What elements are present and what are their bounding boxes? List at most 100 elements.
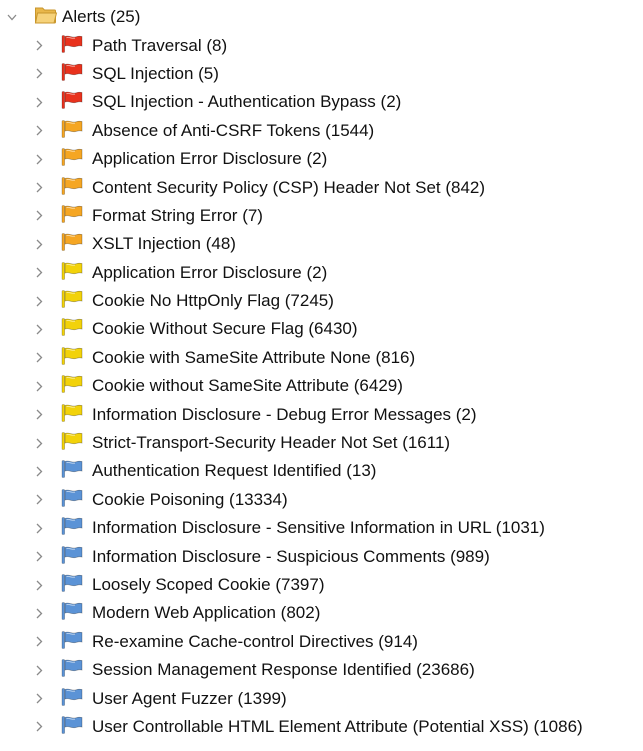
yellow-flag-icon (60, 345, 84, 370)
alert-tree-item[interactable]: Content Security Policy (CSP) Header Not… (0, 173, 643, 201)
alert-tree-item[interactable]: Information Disclosure - Suspicious Comm… (0, 542, 643, 570)
alert-tree-item[interactable]: Cookie Without Secure Flag (6430) (0, 315, 643, 343)
alert-tree-item[interactable]: SQL Injection (5) (0, 60, 643, 88)
alert-label: Cookie Without Secure Flag (6430) (92, 319, 358, 339)
blue-flag-icon (60, 629, 84, 654)
alert-tree-item[interactable]: Loosely Scoped Cookie (7397) (0, 571, 643, 599)
alert-label: Information Disclosure - Debug Error Mes… (92, 404, 477, 424)
alert-label: Modern Web Application (802) (92, 603, 321, 623)
alert-label: Absence of Anti-CSRF Tokens (1544) (92, 120, 375, 140)
alert-label: Cookie without SameSite Attribute (6429) (92, 376, 403, 396)
blue-flag-icon (60, 601, 84, 626)
alert-tree-item[interactable]: Application Error Disclosure (2) (0, 259, 643, 287)
yellow-flag-icon (60, 431, 84, 456)
alert-tree-item[interactable]: Cookie Poisoning (13334) (0, 486, 643, 514)
chevron-right-icon[interactable] (34, 551, 44, 562)
alert-label: SQL Injection (5) (92, 63, 219, 83)
alert-label: User Agent Fuzzer (1399) (92, 688, 287, 708)
alert-tree-item[interactable]: Session Management Response Identified (… (0, 656, 643, 684)
alert-tree-item[interactable]: XSLT Injection (48) (0, 230, 643, 258)
chevron-right-icon[interactable] (34, 580, 44, 590)
alert-tree-item[interactable]: Absence of Anti-CSRF Tokens (1544) (0, 117, 643, 145)
chevron-right-icon[interactable] (34, 210, 44, 221)
chevron-right-icon[interactable] (34, 324, 44, 335)
chevron-right-icon[interactable] (34, 40, 44, 51)
yellow-flag-icon (60, 317, 84, 342)
alert-label: Application Error Disclosure (2) (92, 262, 328, 282)
alert-label: XSLT Injection (48) (92, 234, 236, 254)
alert-tree-item[interactable]: Path Traversal (8) (0, 31, 643, 59)
alert-tree-item[interactable]: Information Disclosure - Debug Error Mes… (0, 400, 643, 428)
alert-label: Cookie Poisoning (13334) (92, 489, 288, 509)
alert-tree-item[interactable]: Authentication Request Identified (13) (0, 457, 643, 485)
blue-flag-icon (60, 573, 84, 598)
red-flag-icon (60, 33, 84, 58)
chevron-right-icon[interactable] (34, 69, 44, 79)
chevron-right-icon[interactable] (34, 636, 44, 647)
yellow-flag-icon (60, 260, 84, 285)
alert-label: Session Management Response Identified (… (92, 660, 475, 680)
chevron-right-icon[interactable] (34, 665, 44, 676)
chevron-right-icon[interactable] (34, 154, 44, 165)
alert-label: Cookie with SameSite Attribute None (816… (92, 347, 416, 367)
alert-label: Information Disclosure - Suspicious Comm… (92, 546, 490, 566)
blue-flag-icon (60, 686, 84, 711)
chevron-right-icon[interactable] (34, 466, 44, 477)
chevron-right-icon[interactable] (34, 296, 44, 307)
blue-flag-icon (60, 516, 84, 541)
orange-flag-icon (60, 203, 84, 228)
chevron-right-icon[interactable] (34, 239, 44, 250)
alert-label: Authentication Request Identified (13) (92, 461, 377, 481)
alert-tree-item[interactable]: User Agent Fuzzer (1399) (0, 684, 643, 712)
alert-tree-item[interactable]: Application Error Disclosure (2) (0, 145, 643, 173)
alert-label: Cookie No HttpOnly Flag (7245) (92, 291, 334, 311)
orange-flag-icon (60, 147, 84, 172)
chevron-right-icon[interactable] (34, 125, 44, 136)
chevron-right-icon[interactable] (34, 693, 44, 704)
alert-tree-item[interactable]: Cookie without SameSite Attribute (6429) (0, 372, 643, 400)
chevron-right-icon[interactable] (34, 494, 44, 505)
alert-tree-item[interactable]: User Controllable HTML Element Attribute… (0, 713, 643, 741)
alert-tree-item[interactable]: Strict-Transport-Security Header Not Set… (0, 429, 643, 457)
blue-flag-icon (60, 487, 84, 512)
alert-tree-item[interactable]: Re-examine Cache-control Directives (914… (0, 628, 643, 656)
red-flag-icon (60, 61, 84, 86)
blue-flag-icon (60, 544, 84, 569)
chevron-right-icon[interactable] (34, 523, 44, 534)
yellow-flag-icon (60, 374, 84, 399)
chevron-right-icon[interactable] (34, 381, 44, 392)
alerts-tree: Alerts (25) Path Traversal (8) SQL Inject… (0, 3, 643, 741)
chevron-right-icon[interactable] (34, 267, 44, 278)
alert-label: Strict-Transport-Security Header Not Set… (92, 433, 451, 453)
alert-label: Path Traversal (8) (92, 35, 228, 55)
chevron-right-icon[interactable] (34, 352, 44, 363)
alert-tree-item[interactable]: Cookie with SameSite Attribute None (816… (0, 344, 643, 372)
chevron-right-icon[interactable] (34, 97, 44, 108)
tree-node-label: Alerts (25) (62, 7, 141, 27)
chevron-right-icon[interactable] (34, 438, 44, 449)
alert-list: Path Traversal (8) SQL Injection (5) SQL I… (0, 31, 643, 741)
alert-label: SQL Injection - Authentication Bypass (2… (92, 92, 402, 112)
chevron-right-icon[interactable] (34, 608, 44, 619)
orange-flag-icon (60, 175, 84, 200)
blue-flag-icon (60, 714, 84, 739)
tree-node-alerts[interactable]: Alerts (25) (0, 3, 643, 31)
alert-tree-item[interactable]: Format String Error (7) (0, 202, 643, 230)
alert-tree-item[interactable]: Information Disclosure - Sensitive Infor… (0, 514, 643, 542)
alert-label: Format String Error (7) (92, 205, 263, 225)
chevron-down-icon[interactable] (7, 12, 17, 22)
chevron-right-icon[interactable] (34, 409, 44, 420)
alert-tree-item[interactable]: SQL Injection - Authentication Bypass (2… (0, 88, 643, 116)
orange-flag-icon (60, 232, 84, 257)
yellow-flag-icon (60, 289, 84, 314)
alert-label: Application Error Disclosure (2) (92, 149, 328, 169)
chevron-right-icon[interactable] (34, 182, 44, 193)
alert-label: Information Disclosure - Sensitive Infor… (92, 518, 545, 538)
alert-tree-item[interactable]: Modern Web Application (802) (0, 599, 643, 627)
alert-label: Content Security Policy (CSP) Header Not… (92, 177, 486, 197)
blue-flag-icon (60, 658, 84, 683)
alert-label: Re-examine Cache-control Directives (914… (92, 631, 418, 651)
alert-tree-item[interactable]: Cookie No HttpOnly Flag (7245) (0, 287, 643, 315)
chevron-right-icon[interactable] (34, 721, 44, 732)
red-flag-icon (60, 90, 84, 115)
